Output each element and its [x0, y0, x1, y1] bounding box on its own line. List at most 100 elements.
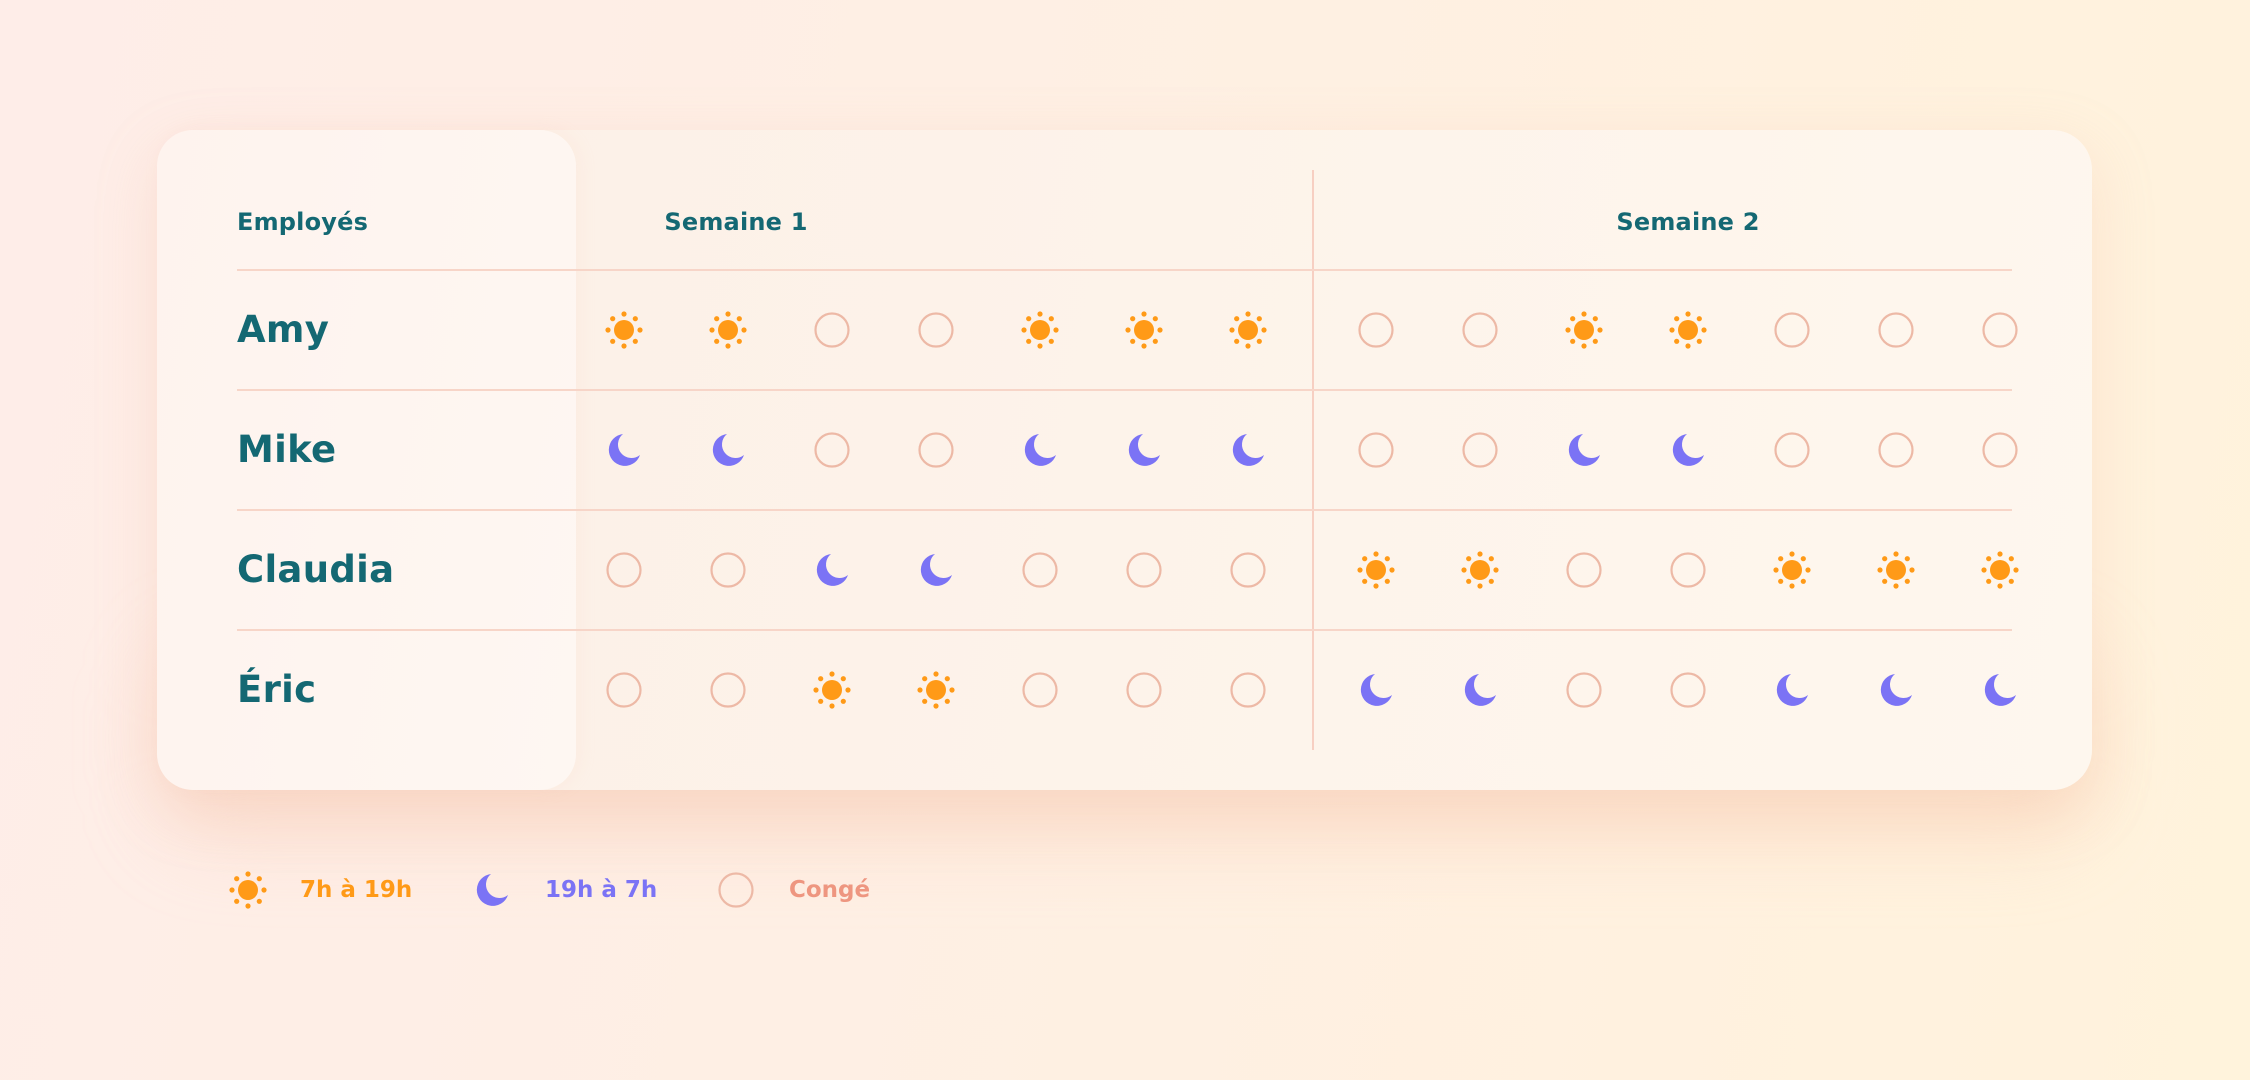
moon-icon	[1460, 670, 1500, 710]
shift-cell-week2-day-7[interactable]	[1980, 310, 2020, 350]
shift-cell-week2-day-2[interactable]	[1460, 430, 1500, 470]
empty-circle-icon	[1564, 670, 1604, 710]
shift-cell-week2-day-4[interactable]	[1668, 310, 1708, 350]
shift-cell-week1-day-6[interactable]	[1124, 670, 1164, 710]
shift-cell-week1-day-7[interactable]	[1228, 550, 1268, 590]
empty-circle-icon	[1980, 430, 2020, 470]
empty-circle-icon	[716, 870, 756, 910]
shift-cell-week1-day-1[interactable]	[604, 550, 644, 590]
shift-cell-week1-day-6[interactable]	[1124, 430, 1164, 470]
sun-icon	[1668, 310, 1708, 350]
empty-circle-icon	[1772, 430, 1812, 470]
shift-cell-week2-day-2[interactable]	[1460, 310, 1500, 350]
shift-cell-week1-day-3[interactable]	[812, 310, 852, 350]
sun-icon	[1564, 310, 1604, 350]
shift-cell-week1-day-5[interactable]	[1020, 550, 1060, 590]
shift-cell-week1-day-5[interactable]	[1020, 310, 1060, 350]
sun-icon	[1460, 550, 1500, 590]
empty-circle-icon	[1980, 310, 2020, 350]
shift-cell-week2-day-1[interactable]	[1356, 430, 1396, 470]
shift-cell-week2-day-2[interactable]	[1460, 550, 1500, 590]
shift-cell-week1-day-1[interactable]	[604, 310, 644, 350]
shift-cell-week2-day-5[interactable]	[1772, 550, 1812, 590]
moon-icon	[472, 870, 512, 910]
shift-cell-week2-day-1[interactable]	[1356, 550, 1396, 590]
sun-icon	[916, 670, 956, 710]
sun-icon	[1772, 550, 1812, 590]
empty-circle-icon	[1668, 550, 1708, 590]
row-divider	[237, 509, 2012, 511]
shift-cell-week2-day-6[interactable]	[1876, 310, 1916, 350]
shift-cell-week1-day-6[interactable]	[1124, 310, 1164, 350]
shift-cell-week2-day-3[interactable]	[1564, 430, 1604, 470]
sun-icon	[708, 310, 748, 350]
shift-cell-week1-day-2[interactable]	[708, 550, 748, 590]
shift-cell-week1-day-5[interactable]	[1020, 430, 1060, 470]
shift-cell-week1-day-4[interactable]	[916, 670, 956, 710]
shift-cell-week2-day-5[interactable]	[1772, 310, 1812, 350]
shift-cell-week2-day-3[interactable]	[1564, 670, 1604, 710]
shift-cell-week2-day-6[interactable]	[1876, 430, 1916, 470]
moon-icon	[1668, 430, 1708, 470]
shift-cell-week2-day-3[interactable]	[1564, 310, 1604, 350]
row-divider	[237, 629, 2012, 631]
shift-cell-week1-day-2[interactable]	[708, 310, 748, 350]
empty-circle-icon	[1356, 310, 1396, 350]
sun-icon	[1876, 550, 1916, 590]
shift-cell-week1-day-1[interactable]	[604, 670, 644, 710]
week-1-header: Semaine 1	[664, 208, 808, 236]
shift-cell-week2-day-2[interactable]	[1460, 670, 1500, 710]
shift-cell-week1-day-4[interactable]	[916, 550, 956, 590]
shift-cell-week1-day-1[interactable]	[604, 430, 644, 470]
shift-cell-week1-day-3[interactable]	[812, 430, 852, 470]
sun-icon	[604, 310, 644, 350]
shift-cell-week1-day-3[interactable]	[812, 550, 852, 590]
shift-cell-week2-day-3[interactable]	[1564, 550, 1604, 590]
moon-icon	[1980, 670, 2020, 710]
sun-icon	[1228, 310, 1268, 350]
moon-icon	[1564, 430, 1604, 470]
empty-circle-icon	[1564, 550, 1604, 590]
shift-cell-week1-day-7[interactable]	[1228, 670, 1268, 710]
shift-cell-week2-day-5[interactable]	[1772, 430, 1812, 470]
shift-cell-week2-day-5[interactable]	[1772, 670, 1812, 710]
shift-cell-week1-day-2[interactable]	[708, 670, 748, 710]
shift-cell-week2-day-7[interactable]	[1980, 670, 2020, 710]
empty-circle-icon	[1356, 430, 1396, 470]
week-divider	[1312, 170, 1314, 750]
shift-cell-week2-day-6[interactable]	[1876, 670, 1916, 710]
sun-icon	[812, 670, 852, 710]
shift-cell-week1-day-3[interactable]	[812, 670, 852, 710]
shift-cell-week1-day-4[interactable]	[916, 430, 956, 470]
employee-name: Mike	[237, 428, 337, 471]
empty-circle-icon	[1876, 430, 1916, 470]
employees-header: Employés	[237, 208, 369, 236]
empty-circle-icon	[1124, 550, 1164, 590]
shift-cell-week1-day-2[interactable]	[708, 430, 748, 470]
week-2-header: Semaine 2	[1616, 208, 1760, 236]
moon-icon	[812, 550, 852, 590]
shift-cell-week1-day-7[interactable]	[1228, 430, 1268, 470]
empty-circle-icon	[812, 310, 852, 350]
shift-cell-week1-day-7[interactable]	[1228, 310, 1268, 350]
shift-cell-week2-day-4[interactable]	[1668, 430, 1708, 470]
shift-cell-week2-day-4[interactable]	[1668, 670, 1708, 710]
legend-label-night: 19h à 7h	[545, 877, 658, 903]
employee-name: Amy	[237, 308, 330, 351]
shift-cell-week1-day-6[interactable]	[1124, 550, 1164, 590]
shift-cell-week2-day-7[interactable]	[1980, 430, 2020, 470]
shift-cell-week2-day-1[interactable]	[1356, 670, 1396, 710]
shift-cell-week2-day-4[interactable]	[1668, 550, 1708, 590]
shift-cell-week2-day-7[interactable]	[1980, 550, 2020, 590]
shift-cell-week2-day-1[interactable]	[1356, 310, 1396, 350]
empty-circle-icon	[1668, 670, 1708, 710]
shift-cell-week1-day-4[interactable]	[916, 310, 956, 350]
shift-cell-week2-day-6[interactable]	[1876, 550, 1916, 590]
shift-cell-week1-day-5[interactable]	[1020, 670, 1060, 710]
empty-circle-icon	[1020, 670, 1060, 710]
moon-icon	[1876, 670, 1916, 710]
sun-icon	[1356, 550, 1396, 590]
empty-circle-icon	[916, 430, 956, 470]
empty-circle-icon	[604, 670, 644, 710]
sun-icon	[228, 870, 268, 910]
